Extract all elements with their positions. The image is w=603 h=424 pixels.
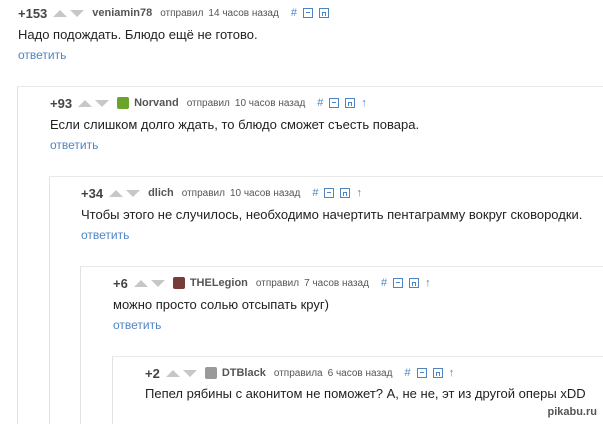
thread-line bbox=[49, 176, 603, 177]
vote-up-icon[interactable] bbox=[165, 369, 180, 377]
save-icon[interactable] bbox=[432, 368, 443, 378]
comment-time: 14 часов назад bbox=[208, 7, 279, 19]
comment-sent-label: отправил bbox=[255, 277, 300, 289]
thread-line bbox=[112, 356, 603, 357]
vote-up-icon[interactable] bbox=[133, 279, 148, 287]
comment-time: 10 часов назад bbox=[229, 187, 301, 199]
vote-down-icon[interactable] bbox=[70, 9, 85, 17]
reply-link[interactable]: ответить bbox=[113, 318, 161, 332]
save-icon[interactable] bbox=[409, 278, 420, 288]
comment-author[interactable]: THELegion bbox=[190, 277, 248, 289]
parent-arrow-icon[interactable]: ↑ bbox=[425, 277, 431, 289]
comment-author[interactable]: veniamin78 bbox=[92, 7, 152, 19]
vote-up-icon[interactable] bbox=[53, 9, 68, 17]
parent-arrow-icon[interactable]: ↑ bbox=[356, 187, 362, 199]
comment-rating: +2 bbox=[145, 365, 160, 381]
collapse-icon[interactable] bbox=[329, 98, 340, 108]
comment-author[interactable]: DTBlack bbox=[222, 367, 266, 379]
collapse-icon[interactable] bbox=[302, 8, 313, 18]
comment-text: Если слишком долго ждать, то блюдо сможе… bbox=[50, 117, 420, 132]
permalink-icon[interactable]: # bbox=[291, 7, 297, 19]
comment-text: Чтобы этого не случилось, необходимо нач… bbox=[81, 207, 583, 222]
save-icon[interactable] bbox=[340, 188, 351, 198]
comment-rating: +34 bbox=[81, 185, 104, 201]
watermark: pikabu.ru bbox=[547, 406, 597, 418]
parent-arrow-icon[interactable]: ↑ bbox=[361, 97, 367, 109]
thread-line bbox=[80, 266, 603, 267]
reply-link[interactable]: ответить bbox=[81, 228, 129, 242]
vote-down-icon[interactable] bbox=[150, 279, 165, 287]
comment-sent-label: отправил bbox=[186, 97, 230, 109]
vote-up-icon[interactable] bbox=[78, 99, 93, 107]
comment-header: +6 THELegion отправил 7 часов назад # ↑ bbox=[113, 275, 437, 291]
permalink-icon[interactable]: # bbox=[381, 277, 387, 289]
comment-text: Пепел рябины с аконитом не поможет? А, н… bbox=[145, 386, 586, 401]
avatar[interactable] bbox=[117, 97, 130, 109]
comment-header: +93 Norvand отправил 10 часов назад # ↑ bbox=[50, 95, 373, 111]
comment-time: 10 часов назад bbox=[234, 97, 306, 109]
comment-sent-label: отправил bbox=[181, 187, 225, 199]
comment-author[interactable]: Norvand bbox=[134, 97, 179, 109]
collapse-icon[interactable] bbox=[393, 278, 404, 288]
vote-up-icon[interactable] bbox=[109, 189, 124, 197]
thread-line bbox=[17, 86, 18, 424]
thread-line bbox=[17, 86, 603, 87]
save-icon[interactable] bbox=[345, 98, 356, 108]
permalink-icon[interactable]: # bbox=[404, 367, 410, 379]
comment-author[interactable]: dlich bbox=[148, 187, 174, 199]
parent-arrow-icon[interactable]: ↑ bbox=[449, 367, 455, 379]
comment-time: 7 часов назад bbox=[304, 277, 369, 289]
comment-rating: +93 bbox=[50, 95, 73, 111]
comment-header: +153 veniamin78 отправил 14 часов назад … bbox=[18, 5, 335, 21]
save-icon[interactable] bbox=[318, 8, 329, 18]
vote-down-icon[interactable] bbox=[95, 99, 110, 107]
collapse-icon[interactable] bbox=[324, 188, 335, 198]
comment-text: Надо подождать. Блюдо ещё не готово. bbox=[18, 27, 258, 42]
reply-link[interactable]: ответить bbox=[50, 138, 98, 152]
comment-header: +34 dlich отправил 10 часов назад # ↑ bbox=[81, 185, 368, 201]
permalink-icon[interactable]: # bbox=[312, 187, 318, 199]
comment-sent-label: отправила bbox=[273, 367, 323, 379]
vote-down-icon[interactable] bbox=[182, 369, 197, 377]
thread-line bbox=[80, 266, 81, 424]
thread-line bbox=[49, 176, 50, 424]
comment-header: +2 DTBlack отправила 6 часов назад # ↑ bbox=[145, 365, 460, 381]
comment-rating: +153 bbox=[18, 5, 48, 21]
comment-sent-label: отправил bbox=[160, 7, 204, 19]
collapse-icon[interactable] bbox=[416, 368, 427, 378]
comment-rating: +6 bbox=[113, 275, 128, 291]
avatar[interactable] bbox=[172, 277, 185, 289]
thread-line bbox=[112, 356, 113, 424]
vote-down-icon[interactable] bbox=[126, 189, 141, 197]
reply-link[interactable]: ответить bbox=[18, 48, 66, 62]
avatar[interactable] bbox=[204, 367, 217, 379]
comment-time: 6 часов назад bbox=[327, 367, 393, 379]
comment-text: можно просто солью отсыпать круг) bbox=[113, 297, 329, 312]
permalink-icon[interactable]: # bbox=[317, 97, 323, 109]
